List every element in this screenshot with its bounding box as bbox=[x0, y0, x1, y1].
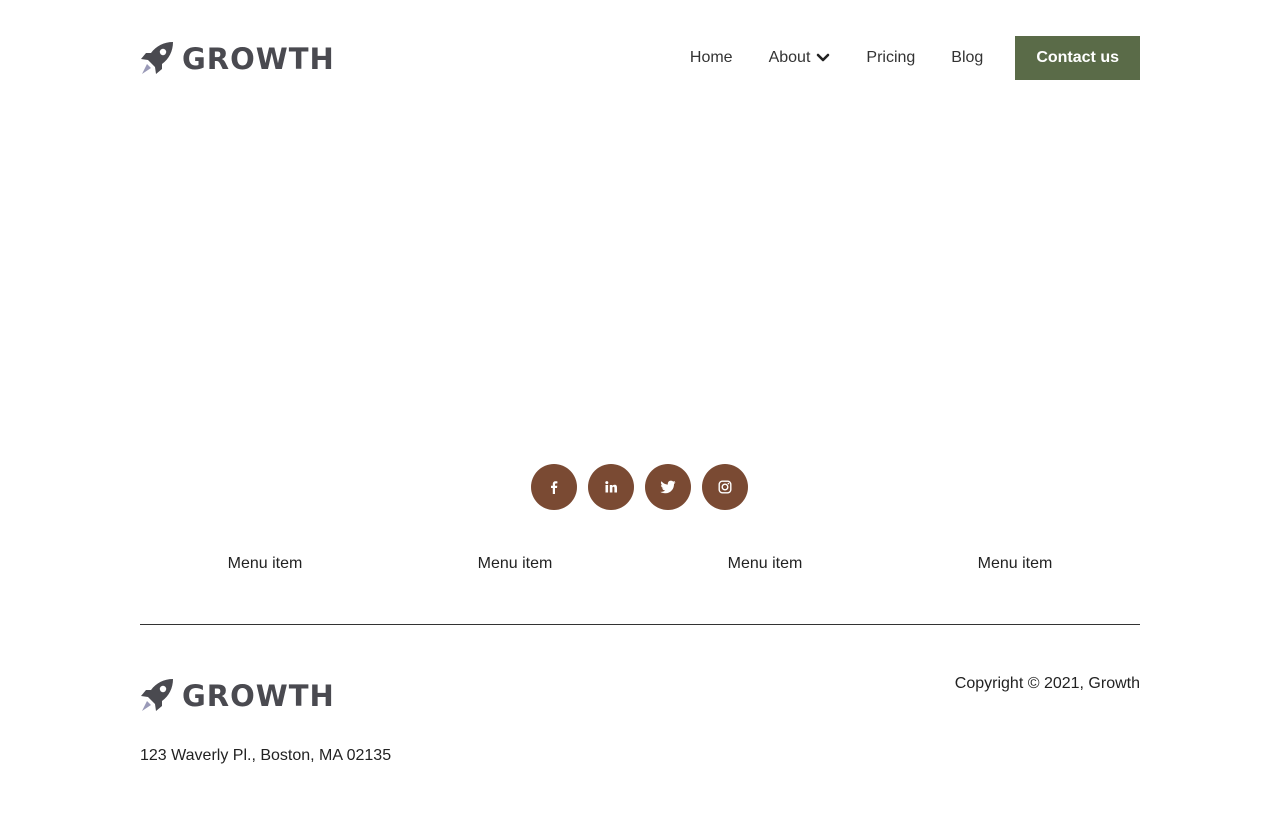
brand-logo[interactable]: GROWTH bbox=[140, 41, 335, 75]
address-text: 123 Waverly Pl., Boston, MA 02135 bbox=[140, 747, 392, 764]
footer-menu-item[interactable]: Menu item bbox=[640, 552, 890, 576]
facebook-button[interactable] bbox=[531, 464, 577, 510]
social-links bbox=[531, 464, 748, 510]
footer-menu-item[interactable]: Menu item bbox=[140, 552, 390, 576]
nav-pricing[interactable]: Pricing bbox=[866, 49, 915, 67]
footer-divider bbox=[140, 624, 1140, 625]
linkedin-button[interactable] bbox=[588, 464, 634, 510]
copyright-text: Copyright © 2021, Growth bbox=[954, 675, 1140, 692]
chevron-down-icon bbox=[817, 53, 830, 62]
facebook-icon bbox=[551, 481, 558, 494]
nav-about-label: About bbox=[768, 49, 811, 66]
main-nav: Home About Pricing Blog Contact us bbox=[690, 36, 1140, 80]
nav-home-label: Home bbox=[689, 49, 733, 66]
twitter-button[interactable] bbox=[645, 464, 691, 510]
linkedin-icon bbox=[605, 481, 617, 493]
instagram-icon bbox=[718, 480, 732, 494]
contact-us-button[interactable]: Contact us bbox=[1015, 36, 1140, 80]
footer-brand-logo[interactable]: GROWTH bbox=[140, 678, 335, 712]
nav-pricing-label: Pricing bbox=[866, 49, 916, 66]
rocket-icon bbox=[141, 42, 173, 74]
nav-blog-label: Blog bbox=[951, 49, 984, 66]
brand-name: GROWTH bbox=[182, 41, 335, 76]
footer-menu: Menu item Menu item Menu item Menu item bbox=[140, 552, 1140, 576]
twitter-icon bbox=[660, 480, 676, 494]
instagram-button[interactable] bbox=[702, 464, 748, 510]
footer-brand-name: GROWTH bbox=[182, 678, 335, 713]
rocket-icon bbox=[141, 679, 173, 711]
footer-menu-item[interactable]: Menu item bbox=[890, 552, 1140, 576]
nav-blog[interactable]: Blog bbox=[951, 49, 983, 67]
footer-menu-item[interactable]: Menu item bbox=[390, 552, 640, 576]
site-header: GROWTH Home About Pricing Blog Contact u… bbox=[140, 36, 1140, 80]
nav-home[interactable]: Home bbox=[690, 49, 733, 67]
nav-about[interactable]: About bbox=[769, 49, 831, 67]
